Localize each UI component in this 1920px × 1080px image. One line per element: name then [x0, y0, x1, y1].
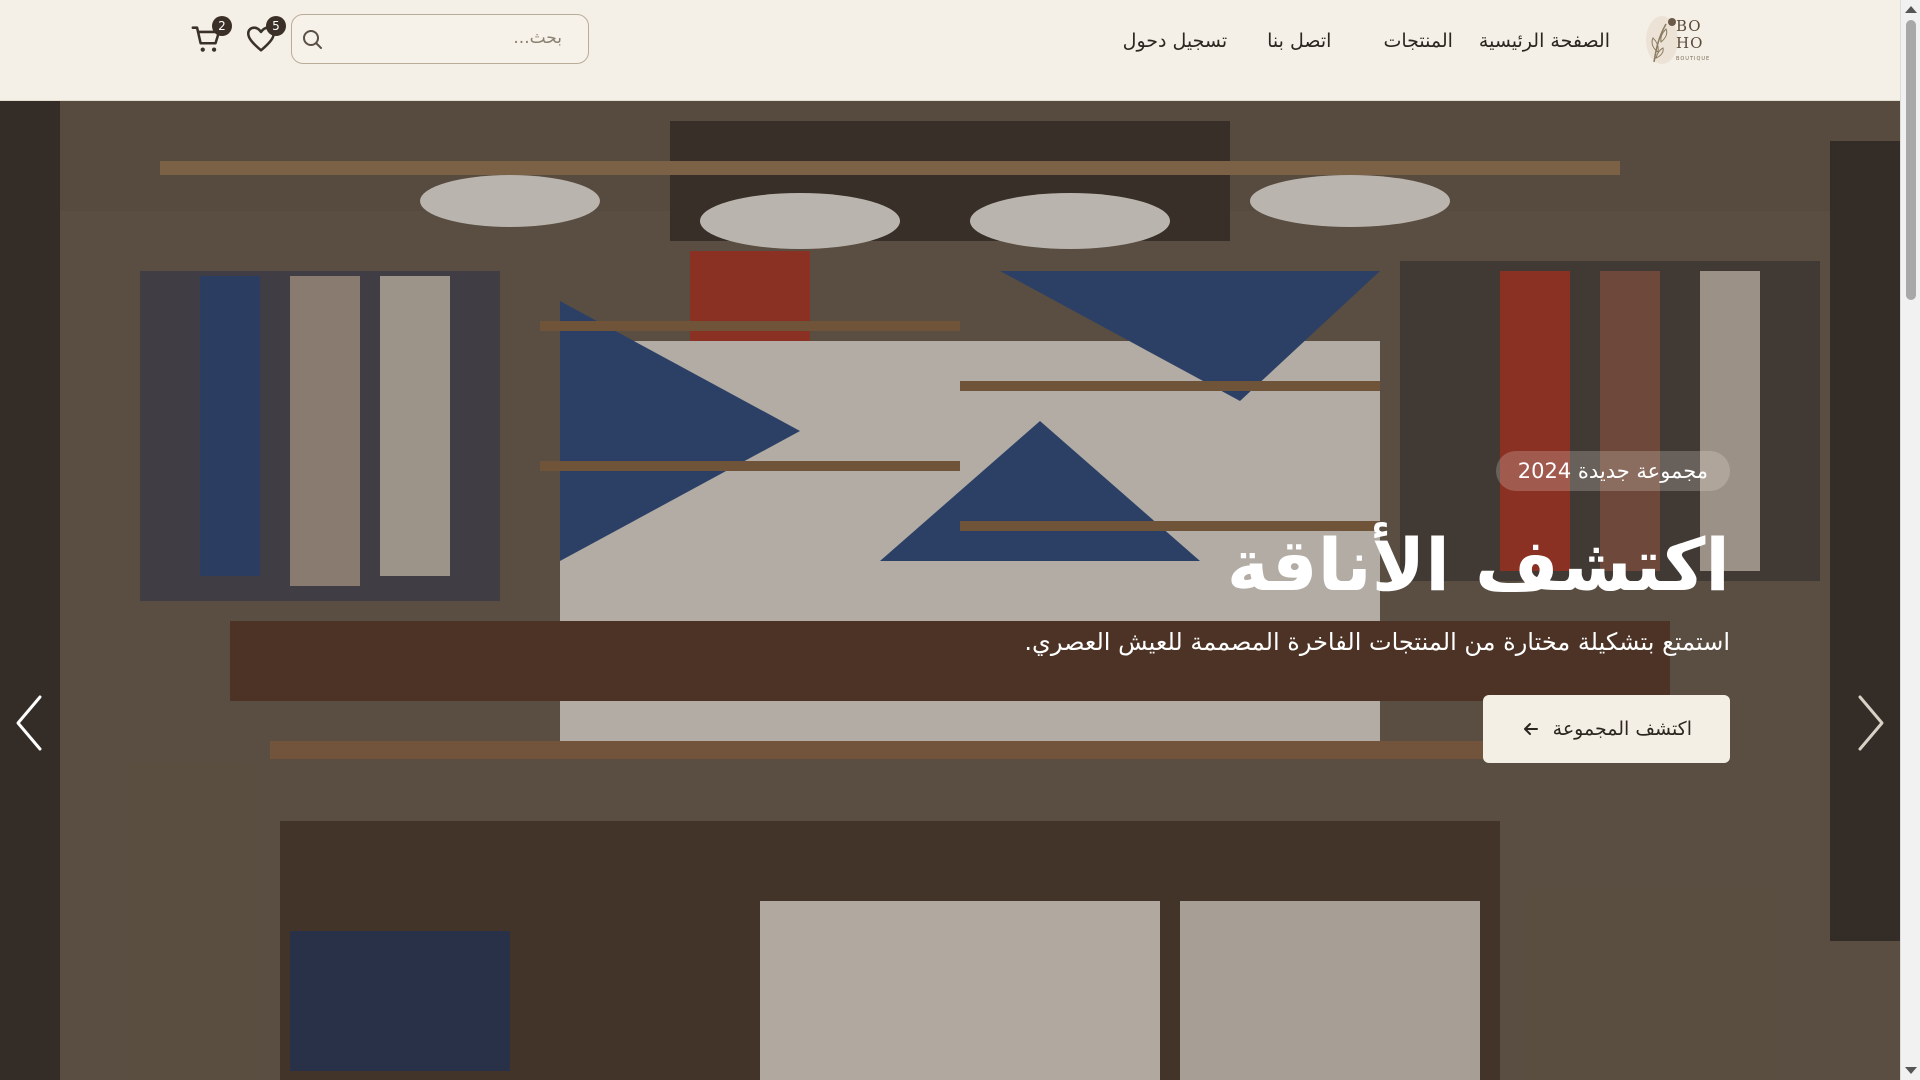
site-header: BO HO BOUTIQUE الصفحة الرئيسية المنتجات … [0, 0, 1900, 101]
leaf-logo-icon [1646, 16, 1678, 64]
nav-home[interactable]: الصفحة الرئيسية [1479, 26, 1610, 56]
slider-next-button[interactable] [1850, 691, 1890, 755]
wishlist-count-badge: 5 [266, 16, 286, 36]
nav-login[interactable]: تسجيل دحول [1123, 26, 1228, 56]
scroll-up-arrow-icon[interactable] [1905, 6, 1917, 13]
nav-contact[interactable]: اتصل بنا [1267, 26, 1331, 56]
explore-collection-button[interactable]: اكتشف المجموعة [1482, 695, 1730, 763]
slider-prev-button[interactable] [10, 691, 50, 755]
collection-tag: مجموعة جديدة 2024 [1495, 451, 1730, 491]
cart-count-badge: 2 [212, 16, 232, 36]
cta-label: اكتشف المجموعة [1552, 718, 1692, 740]
wishlist-button[interactable]: 5 [244, 16, 286, 56]
arrow-left-icon [1523, 723, 1538, 735]
scroll-thumb[interactable] [1906, 20, 1916, 300]
chevron-left-icon [16, 695, 42, 751]
logo-text-top: BO [1676, 17, 1702, 35]
scroll-down-arrow-icon[interactable] [1905, 1067, 1917, 1074]
logo-wordmark: BO HO [1676, 18, 1703, 52]
hero-subtitle: استمتع بتشكيلة مختارة من المنتجات الفاخر… [1024, 628, 1730, 656]
search-icon[interactable] [300, 27, 324, 51]
search-input[interactable] [332, 15, 562, 61]
hero-slider: مجموعة جديدة 2024 اكتشف الأناقة استمتع ب… [0, 101, 1900, 1080]
chevron-right-icon [1858, 695, 1884, 751]
logo-text-bottom: HO [1676, 34, 1704, 52]
nav-products[interactable]: المنتجات [1383, 26, 1452, 56]
page-scrollbar[interactable] [1900, 0, 1920, 1080]
cart-button[interactable]: 2 [190, 16, 232, 56]
brand-logo[interactable]: BO HO BOUTIQUE [1644, 12, 1712, 72]
search-box [291, 14, 589, 64]
logo-subtext: BOUTIQUE [1676, 56, 1711, 62]
hero-content: مجموعة جديدة 2024 اكتشف الأناقة استمتع ب… [830, 451, 1730, 763]
hero-title: اكتشف الأناقة [1226, 523, 1730, 607]
main-nav: الصفحة الرئيسية المنتجات اتصل بنا تسجيل … [1123, 26, 1610, 56]
